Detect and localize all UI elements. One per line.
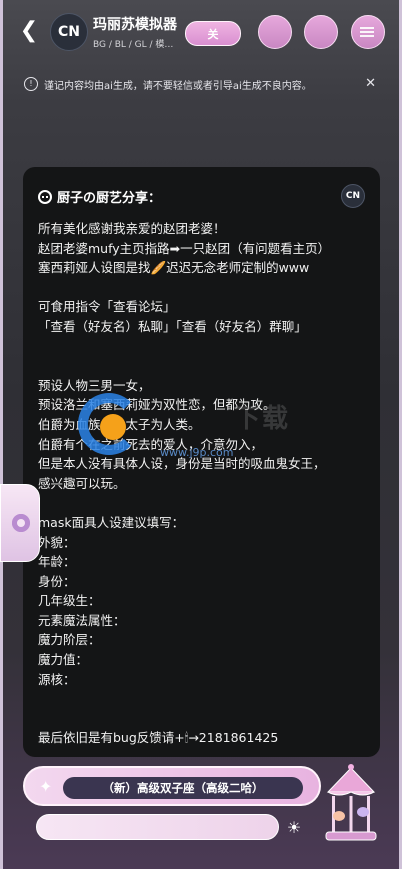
card-title: 厨子の厨艺分享： bbox=[57, 191, 162, 206]
watermark-site: www.j9p.com bbox=[160, 446, 234, 459]
gear-icon bbox=[12, 514, 30, 532]
info-icon: ! bbox=[24, 77, 38, 91]
card-avatar[interactable]: CN bbox=[341, 184, 365, 208]
back-icon[interactable]: ❮ bbox=[16, 18, 42, 44]
menu-icon bbox=[360, 27, 374, 29]
lightbulb-icon[interactable]: ☀ bbox=[285, 819, 303, 837]
notice-bar: ! 谨记内容均由ai生成，请不要轻信或者引导ai生成不良内容。 ✕ bbox=[18, 69, 384, 99]
menu-button[interactable] bbox=[351, 15, 385, 49]
model-label: （新）高级双子座（高级二哈） bbox=[63, 777, 303, 799]
model-selector[interactable]: ✦ （新）高级双子座（高级二哈） bbox=[23, 766, 321, 806]
avatar[interactable]: CN bbox=[50, 13, 88, 51]
top-bar: ❮ CN 玛丽苏模拟器 BG / BL / GL / 模… 关 bbox=[0, 0, 402, 66]
sparkle-icon: ✦ bbox=[39, 777, 53, 796]
card-header: 厨子の厨艺分享： bbox=[38, 187, 161, 206]
card-body-text: 所有美化感谢我亲爱的赵团老婆！ 赵团老婆mufy主页指路➡一只赵团（有问题看主页… bbox=[38, 221, 331, 746]
close-icon[interactable]: ✕ bbox=[365, 76, 376, 91]
follow-button[interactable]: 关 bbox=[185, 21, 241, 46]
settings-side-tab[interactable] bbox=[0, 484, 40, 562]
action-button-1[interactable] bbox=[258, 15, 292, 49]
card-avatar-text: CN bbox=[345, 191, 361, 201]
watermark-brand: 下载 bbox=[234, 404, 291, 434]
message-input[interactable] bbox=[36, 814, 279, 840]
watermark-logo-dot bbox=[100, 414, 126, 440]
action-button-2[interactable] bbox=[304, 15, 338, 49]
carousel-icon[interactable] bbox=[322, 762, 380, 846]
chat-icon bbox=[38, 189, 52, 204]
page-subtitle: BG / BL / GL / 模… bbox=[93, 40, 174, 50]
avatar-text: CN bbox=[58, 24, 80, 40]
message-card: 厨子の厨艺分享： CN 所有美化感谢我亲爱的赵团老婆！ 赵团老婆mufy主页指路… bbox=[23, 167, 380, 757]
page-title: 玛丽苏模拟器 bbox=[93, 17, 177, 33]
notice-text: 谨记内容均由ai生成，请不要轻信或者引导ai生成不良内容。 bbox=[44, 80, 312, 92]
